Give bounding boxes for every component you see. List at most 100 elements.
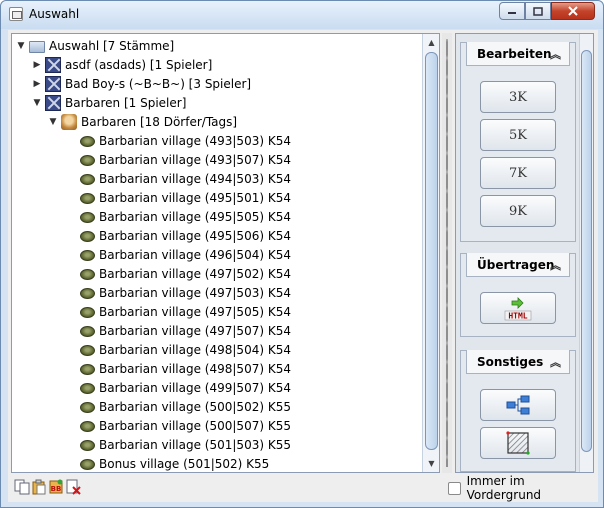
tree-item-tribe[interactable]: ▶ Bad Boy-s (~B~B~) [3 Spieler]: [32, 74, 251, 93]
village-label: Barbarian village (498|504) K54: [99, 342, 291, 357]
7k-button[interactable]: 7K: [480, 157, 556, 189]
collapsed-toggle-icon[interactable]: ▶: [32, 60, 42, 70]
tree-root-label: Auswahl [7 Stämme]: [49, 38, 175, 53]
village-icon: [80, 269, 95, 280]
village-label: Barbarian village (493|507) K54: [99, 152, 291, 167]
village-icon: [80, 345, 95, 356]
3k-button[interactable]: 3K: [480, 81, 556, 113]
expanded-toggle-icon[interactable]: ▼: [16, 41, 26, 51]
tree-item-village[interactable]: Barbarian village (498|507) K54: [80, 359, 291, 378]
html-export-icon: HTML: [504, 297, 532, 321]
village-label: Barbarian village (501|503) K55: [99, 437, 291, 452]
maximize-button[interactable]: [525, 2, 551, 20]
tree-item-village[interactable]: Barbarian village (495|506) K54: [80, 226, 291, 245]
village-icon: [80, 326, 95, 337]
village-label: Barbarian village (495|501) K54: [99, 190, 291, 205]
village-icon: [80, 421, 95, 432]
transfer-group: Übertragen ︽ HTML: [460, 253, 576, 337]
bb-code-icon[interactable]: BB: [48, 479, 64, 495]
scroll-up-icon[interactable]: ▲: [423, 34, 440, 51]
action-panel: Bearbeiten ︽ 3K 5K 7K 9K Übertragen ︽ HT…: [455, 33, 594, 473]
tree-item-village[interactable]: Barbarian village (501|503) K55: [80, 435, 291, 454]
5k-button[interactable]: 5K: [480, 119, 556, 151]
village-label: Barbarian village (497|507) K54: [99, 323, 291, 338]
edit-group-header[interactable]: Bearbeiten ︽: [466, 42, 570, 66]
scrollbar-thumb[interactable]: [581, 50, 592, 452]
tree-item-village[interactable]: Barbarian village (497|507) K54: [80, 321, 291, 340]
village-label: Barbarian village (497|505) K54: [99, 304, 291, 319]
tree-item-village[interactable]: Barbarian village (500|502) K55: [80, 397, 291, 416]
collapse-chevron-icon[interactable]: ︽: [550, 257, 561, 273]
tree-item-village[interactable]: Barbarian village (498|504) K54: [80, 340, 291, 359]
copy-icon[interactable]: [14, 479, 30, 495]
selection-area-button[interactable]: [480, 427, 556, 459]
collapsed-toggle-icon[interactable]: ▶: [32, 79, 42, 89]
village-label: Barbarian village (495|505) K54: [99, 209, 291, 224]
village-label: Barbarian village (497|503) K54: [99, 285, 291, 300]
tree-scrollbar[interactable]: ▲ ▼: [422, 34, 439, 472]
collapse-chevron-icon[interactable]: ︽: [550, 354, 561, 370]
scrollbar-thumb[interactable]: [425, 52, 438, 450]
village-icon: [80, 212, 95, 223]
split-pane-divider[interactable]: [442, 33, 452, 473]
village-label: Barbarian village (497|502) K54: [99, 266, 291, 281]
village-icon: [80, 364, 95, 375]
tree-item-village[interactable]: Barbarian village (496|504) K54: [80, 245, 291, 264]
html-export-button[interactable]: HTML: [480, 292, 556, 324]
close-button[interactable]: [551, 2, 595, 20]
tree-item-village[interactable]: Bonus village (501|502) K55: [80, 454, 269, 472]
always-on-top-checkbox[interactable]: [448, 481, 461, 495]
tree-item-village[interactable]: Barbarian village (495|505) K54: [80, 207, 291, 226]
paste-icon[interactable]: [31, 479, 47, 495]
minimize-button[interactable]: [499, 2, 525, 20]
scroll-down-icon[interactable]: ▼: [423, 455, 440, 472]
tree-item-village[interactable]: Barbarian village (494|503) K54: [80, 169, 291, 188]
village-label: Barbarian village (500|507) K55: [99, 418, 291, 433]
tribe-label: asdf (asdads) [1 Spieler]: [65, 57, 213, 72]
transfer-group-header[interactable]: Übertragen ︽: [466, 253, 570, 277]
tree-item-tribe[interactable]: ▼ Barbaren [1 Spieler]: [32, 93, 186, 112]
tree-root[interactable]: ▼ Auswahl [7 Stämme]: [16, 36, 174, 55]
village-icon: [80, 155, 95, 166]
expanded-toggle-icon[interactable]: ▼: [48, 117, 58, 127]
hierarchy-button[interactable]: [480, 389, 556, 421]
tribe-label: Barbaren [1 Spieler]: [65, 95, 187, 110]
9k-button[interactable]: 9K: [480, 195, 556, 227]
title-bar[interactable]: Auswahl: [1, 1, 603, 29]
tree-item-village[interactable]: Barbarian village (493|503) K54: [80, 131, 291, 150]
tree-item-player[interactable]: ▼ Barbaren [18 Dörfer/Tags]: [48, 112, 237, 131]
grip-dots-icon: [446, 39, 448, 467]
tree-item-village[interactable]: Barbarian village (497|503) K54: [80, 283, 291, 302]
tree-item-village[interactable]: Barbarian village (497|502) K54: [80, 264, 291, 283]
tree-item-village[interactable]: Barbarian village (497|505) K54: [80, 302, 291, 321]
tree-item-village[interactable]: Barbarian village (500|507) K55: [80, 416, 291, 435]
player-icon: [61, 113, 77, 130]
transfer-group-title: Übertragen: [477, 257, 555, 272]
tree-item-village[interactable]: Barbarian village (499|507) K54: [80, 378, 291, 397]
maximize-icon: [533, 6, 543, 16]
tree-content: ▼ Auswahl [7 Stämme] ▶ asdf (asdads) [1 …: [12, 34, 417, 472]
folder-icon: [29, 40, 45, 53]
misc-group-header[interactable]: Sonstiges ︽: [466, 350, 570, 374]
tree-item-village[interactable]: Barbarian village (495|501) K54: [80, 188, 291, 207]
village-icon: [80, 136, 95, 147]
village-icon: [80, 440, 95, 451]
tree-item-tribe[interactable]: ▶ asdf (asdads) [1 Spieler]: [32, 55, 212, 74]
tree-item-village[interactable]: Barbarian village (493|507) K54: [80, 150, 291, 169]
misc-group: Sonstiges ︽: [460, 350, 576, 472]
expanded-toggle-icon[interactable]: ▼: [32, 98, 42, 108]
panel-scrollbar[interactable]: [579, 34, 593, 472]
bottom-toolbar: BB: [14, 479, 82, 497]
selection-area-icon: [506, 431, 530, 455]
tribe-icon: [45, 75, 61, 92]
misc-group-title: Sonstiges: [477, 354, 544, 369]
hierarchy-icon: [506, 395, 530, 415]
village-label: Barbarian village (494|503) K54: [99, 171, 291, 186]
selection-tree[interactable]: ▼ Auswahl [7 Stämme] ▶ asdf (asdads) [1 …: [11, 33, 440, 473]
always-on-top-option[interactable]: Immer im Vordergrund: [448, 474, 598, 502]
delete-icon[interactable]: [65, 479, 81, 495]
window-controls: [499, 2, 595, 20]
collapse-chevron-icon[interactable]: ︽: [550, 46, 561, 62]
client-area: ▼ Auswahl [7 Stämme] ▶ asdf (asdads) [1 …: [8, 30, 598, 502]
village-label: Barbarian village (496|504) K54: [99, 247, 291, 262]
